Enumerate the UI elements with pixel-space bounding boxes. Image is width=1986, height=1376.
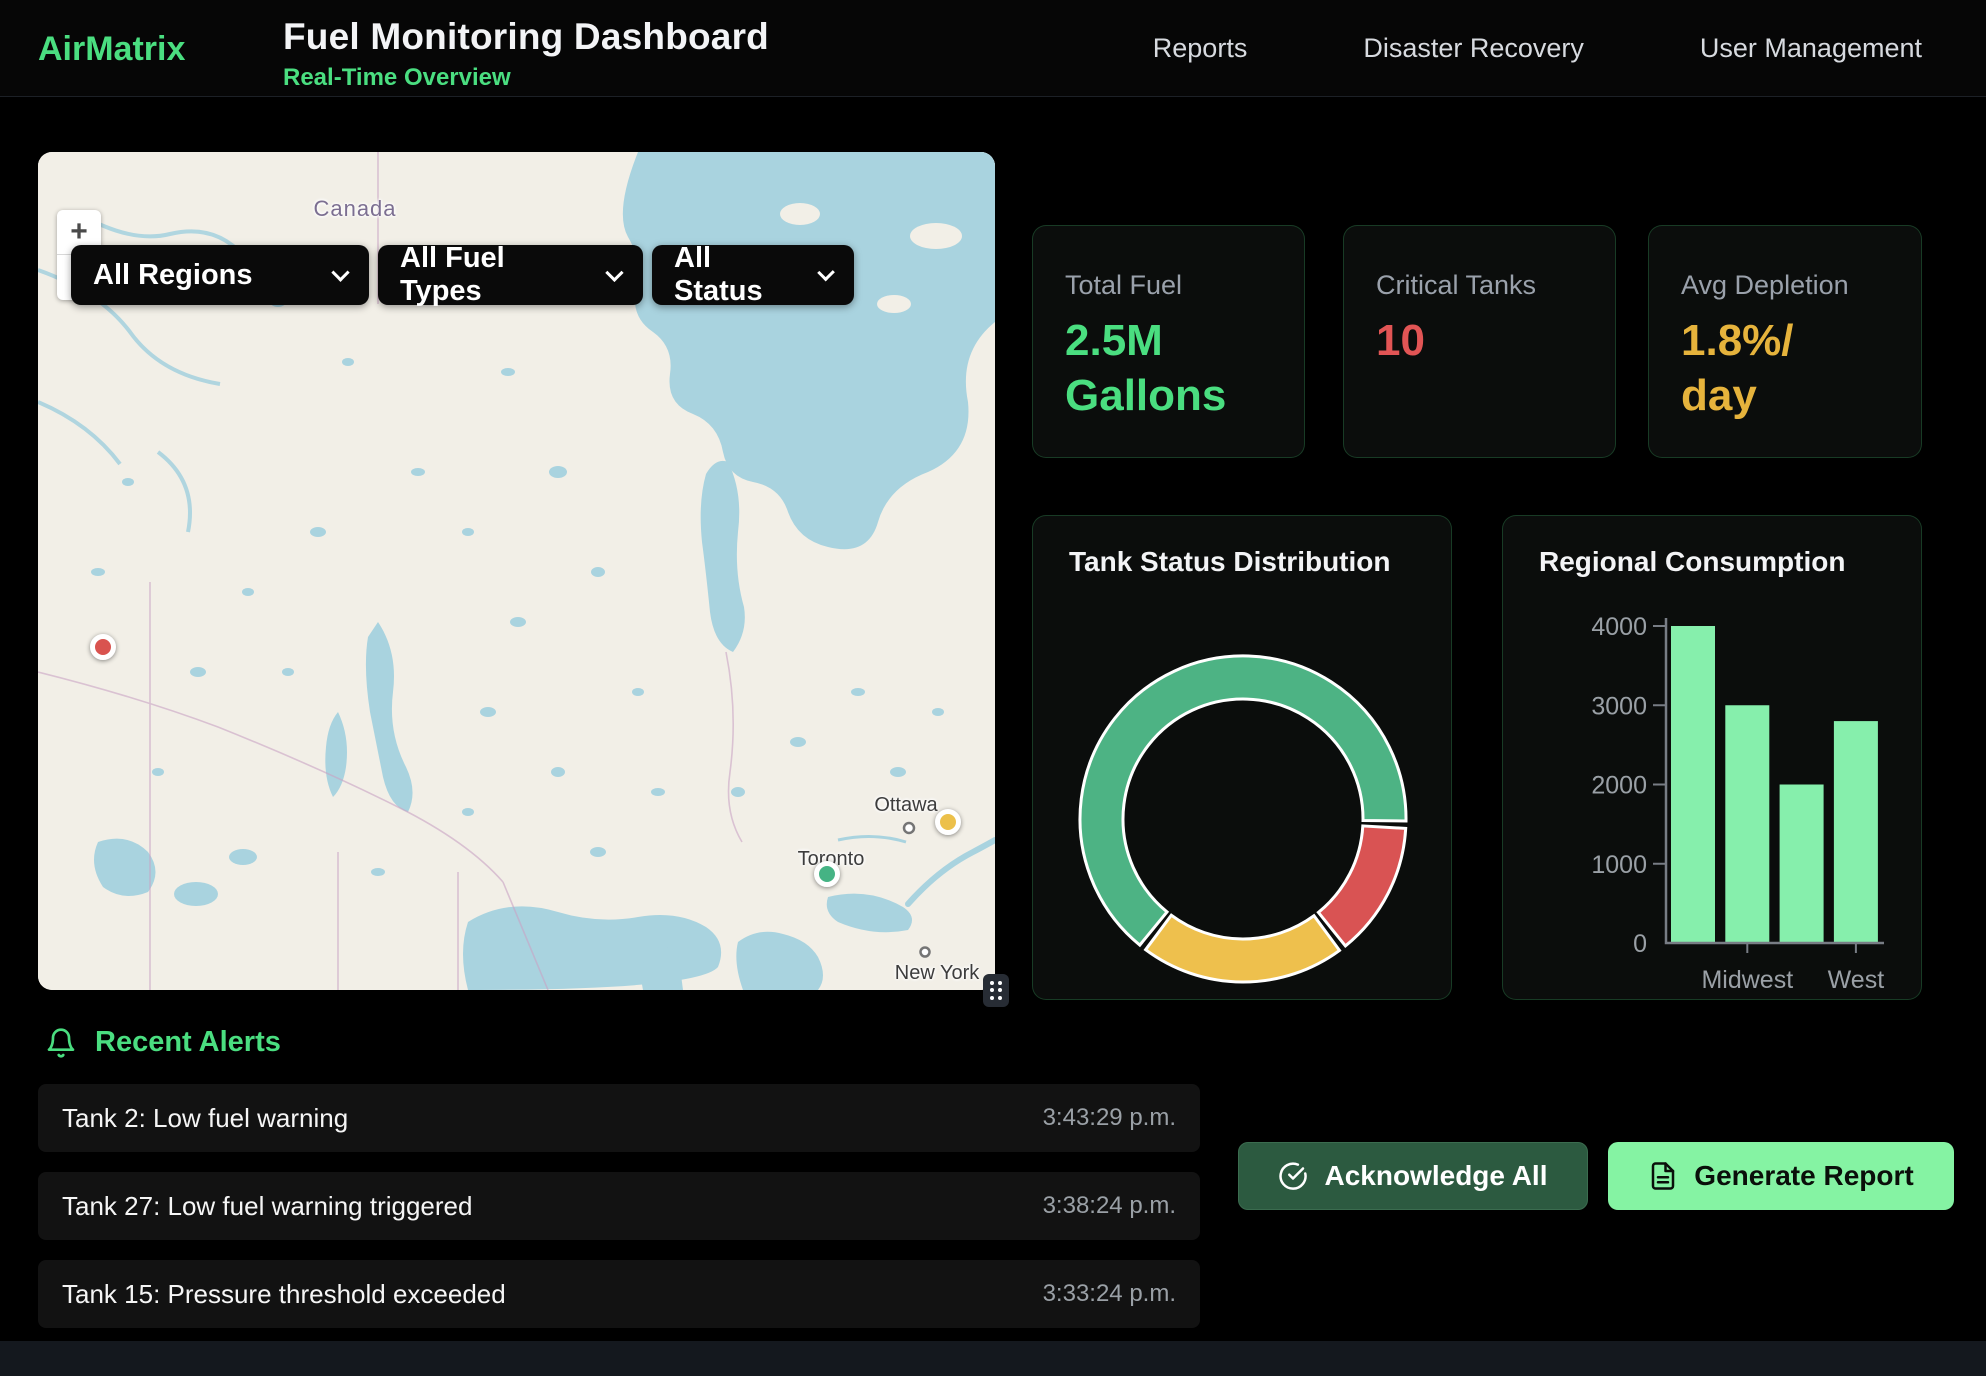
alert-row[interactable]: Tank 27: Low fuel warning triggered 3:38… — [38, 1172, 1200, 1240]
stat-label: Avg Depletion — [1681, 270, 1889, 301]
filter-status-dropdown[interactable]: All Status — [652, 245, 854, 305]
page-subtitle: Real-Time Overview — [283, 64, 769, 92]
stat-card-avg-depletion: Avg Depletion 1.8%/ day — [1648, 225, 1922, 458]
y-tick-label: 0 — [1633, 930, 1647, 958]
ottawa-town-dot — [904, 823, 914, 833]
filter-fuel-types-dropdown[interactable]: All Fuel Types — [378, 245, 643, 305]
filter-regions-dropdown[interactable]: All Regions — [71, 245, 369, 305]
chevron-down-icon — [331, 263, 349, 281]
stat-card-total-fuel: Total Fuel 2.5M Gallons — [1032, 225, 1305, 458]
bar-3 — [1834, 721, 1878, 943]
chevron-down-icon — [606, 263, 624, 281]
x-tick-label: Midwest — [1701, 966, 1793, 994]
donut-segment-yellow — [1146, 915, 1340, 982]
alert-time: 3:33:24 p.m. — [1043, 1280, 1176, 1308]
brand-logo: AirMatrix — [38, 30, 185, 69]
stat-value-total-fuel: 2.5M Gallons — [1065, 313, 1272, 423]
tank-marker-critical[interactable] — [90, 634, 116, 660]
acknowledge-all-label: Acknowledge All — [1324, 1160, 1547, 1192]
nav-disaster-recovery[interactable]: Disaster Recovery — [1363, 33, 1584, 64]
title-block: Fuel Monitoring Dashboard Real-Time Over… — [283, 16, 769, 92]
y-tick-label: 2000 — [1591, 772, 1647, 800]
alert-row[interactable]: Tank 15: Pressure threshold exceeded 3:3… — [38, 1260, 1200, 1328]
header: AirMatrix Fuel Monitoring Dashboard Real… — [0, 0, 1986, 97]
tank-marker-warning[interactable] — [935, 809, 961, 835]
bar-2 — [1780, 785, 1824, 944]
recent-alerts-heading: Recent Alerts — [45, 1026, 281, 1059]
generate-report-button[interactable]: Generate Report — [1608, 1142, 1954, 1210]
bar-1 — [1725, 705, 1769, 943]
page-title: Fuel Monitoring Dashboard — [283, 16, 769, 58]
bell-icon — [45, 1027, 77, 1059]
tank-marker-normal[interactable] — [814, 861, 840, 887]
donut-chart — [1033, 516, 1453, 1001]
check-circle-icon — [1278, 1161, 1308, 1191]
bottom-strip — [0, 1341, 1986, 1376]
document-icon — [1648, 1161, 1678, 1191]
map-resize-handle[interactable] — [983, 974, 1009, 1007]
stat-label: Critical Tanks — [1376, 270, 1583, 301]
nav-user-management[interactable]: User Management — [1700, 33, 1922, 64]
stat-value-critical-tanks: 10 — [1376, 313, 1583, 368]
tank-status-card: Tank Status Distribution — [1032, 515, 1452, 1000]
stat-card-critical-tanks: Critical Tanks 10 — [1343, 225, 1616, 458]
y-tick-label: 4000 — [1591, 613, 1647, 641]
x-tick-label: West — [1828, 966, 1885, 994]
stat-label: Total Fuel — [1065, 270, 1272, 301]
map-panel[interactable]: Canada Ottawa Toronto New York + − All R… — [38, 152, 995, 990]
map-filters: All Regions All Fuel Types All Status — [71, 245, 854, 305]
y-tick-label: 3000 — [1591, 692, 1647, 720]
bar-chart: 0 1000 2000 3000 4000 Midwest West — [1503, 516, 1923, 1001]
chevron-down-icon — [817, 263, 835, 281]
regional-consumption-card: Regional Consumption 01000200030004000Mi… — [1502, 515, 1922, 1000]
alert-text: Tank 15: Pressure threshold exceeded — [62, 1279, 506, 1310]
alert-row[interactable]: Tank 2: Low fuel warning 3:43:29 p.m. — [38, 1084, 1200, 1152]
filter-fuel-types-label: All Fuel Types — [400, 242, 586, 308]
acknowledge-all-button[interactable]: Acknowledge All — [1238, 1142, 1588, 1210]
stat-value-avg-depletion: 1.8%/ day — [1681, 313, 1889, 423]
main-nav: Reports Disaster Recovery User Managemen… — [1153, 0, 1922, 97]
newyork-town-dot — [921, 948, 930, 957]
filter-status-label: All Status — [674, 242, 798, 308]
recent-alerts-label: Recent Alerts — [95, 1026, 281, 1059]
bar-0 — [1671, 626, 1715, 943]
filter-regions-label: All Regions — [93, 259, 253, 292]
alert-text: Tank 2: Low fuel warning — [62, 1103, 348, 1134]
alert-time: 3:38:24 p.m. — [1043, 1192, 1176, 1220]
y-tick-label: 1000 — [1591, 851, 1647, 879]
alert-text: Tank 27: Low fuel warning triggered — [62, 1191, 472, 1222]
alert-time: 3:43:29 p.m. — [1043, 1104, 1176, 1132]
generate-report-label: Generate Report — [1694, 1160, 1913, 1192]
nav-reports[interactable]: Reports — [1153, 33, 1248, 64]
dashboard-root: AirMatrix Fuel Monitoring Dashboard Real… — [0, 0, 1986, 1376]
donut-segment-red — [1318, 826, 1405, 946]
